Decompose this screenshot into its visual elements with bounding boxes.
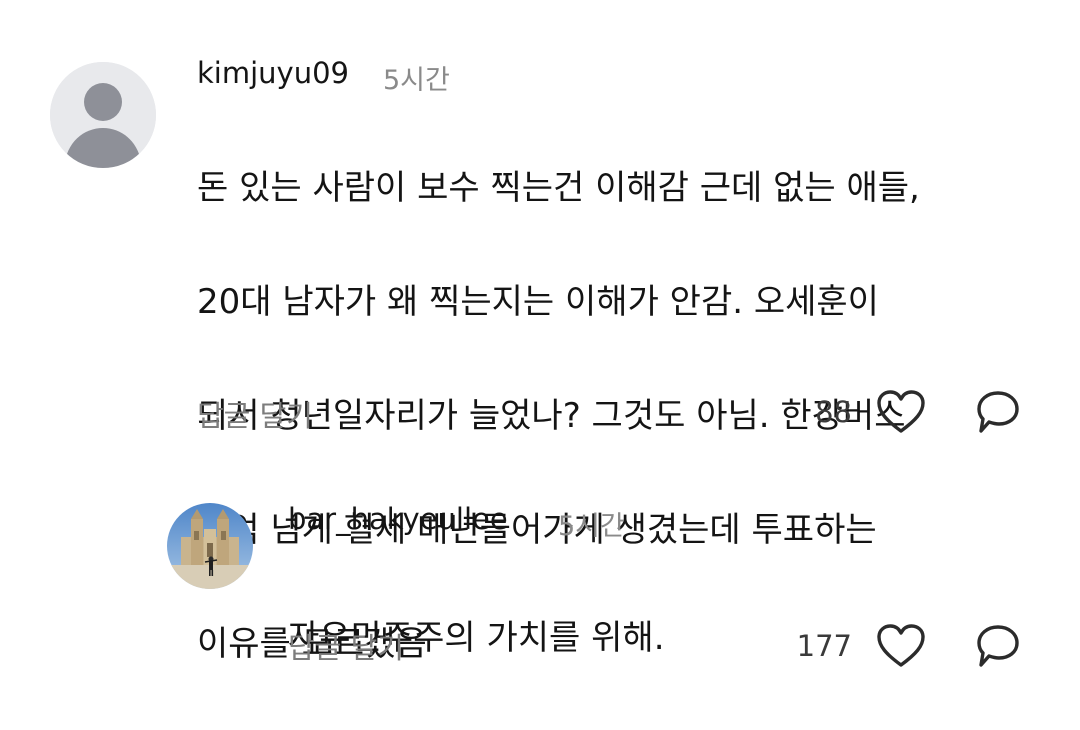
like-button[interactable] xyxy=(876,389,926,435)
comment-username[interactable]: bar_hakyeullee xyxy=(288,502,508,536)
profile-photo xyxy=(167,503,253,589)
avatar[interactable] xyxy=(50,62,156,168)
heart-icon xyxy=(877,624,925,667)
default-avatar-icon xyxy=(50,62,156,168)
like-count: 177 xyxy=(796,629,852,663)
speech-bubble-icon xyxy=(977,625,1019,667)
comment-timestamp: 5시간 xyxy=(558,511,625,542)
comment-timestamp: 5시간 xyxy=(383,65,450,96)
comment-text-line: 20대 남자가 왜 찍는지는 이해가 안감. 오세훈이 xyxy=(197,282,879,322)
like-button[interactable] xyxy=(876,623,926,669)
comment-text-line: 되서 청년일자리가 늘었나? 그것도 아님. 한강버스 xyxy=(197,396,906,436)
like-count: 88 xyxy=(815,395,852,429)
reply-icon-button[interactable] xyxy=(973,623,1023,669)
heart-icon xyxy=(877,390,925,433)
reply-button[interactable]: 답글 달기 xyxy=(288,625,404,667)
reply-icon-button[interactable] xyxy=(973,389,1023,435)
avatar[interactable] xyxy=(167,503,253,589)
comment-username[interactable]: kimjuyu09 xyxy=(197,56,349,90)
reply-button[interactable]: 답글 달기 xyxy=(197,393,313,435)
comment-text-line: 돈 있는 사람이 보수 찍는건 이해감 근데 없는 애들, xyxy=(197,168,920,208)
speech-bubble-icon xyxy=(977,391,1019,433)
